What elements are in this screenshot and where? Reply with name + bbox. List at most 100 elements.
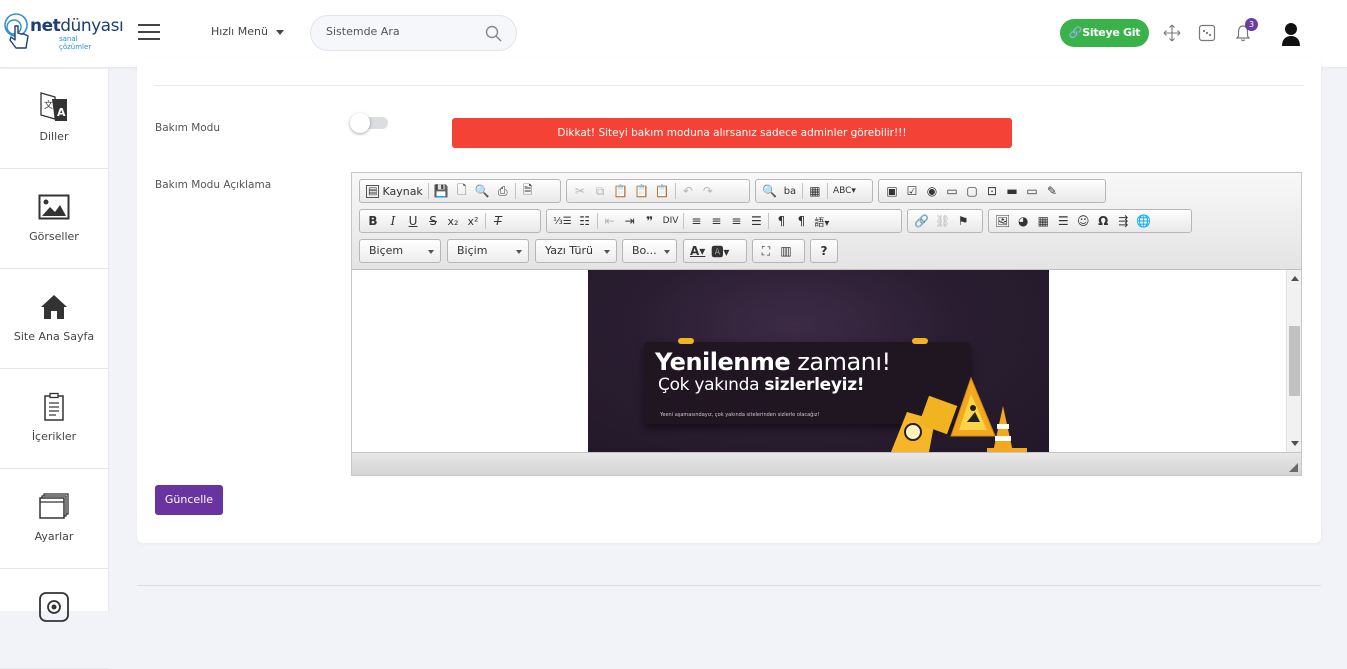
chevron-down-icon [428,250,434,254]
rtl-icon[interactable]: ¶ [791,211,811,231]
copy-icon[interactable]: ⧉ [590,181,610,201]
subscript-icon[interactable]: x₂ [443,211,463,231]
user-avatar-icon[interactable] [1279,21,1303,47]
anchor-flag-icon[interactable]: ⚑ [953,211,973,231]
superscript-icon[interactable]: x² [463,211,483,231]
sidebar-item-label: Diller [39,130,69,143]
maintenance-banner-image: Yenilenme zamanı! Çok yakında sizlerleyi… [588,270,1049,452]
sidebar-item-label: Görseller [29,230,79,243]
horizontal-line-icon[interactable]: ☰ [1053,211,1073,231]
move-arrows-icon[interactable] [1162,23,1182,43]
help-button[interactable]: ? [814,241,834,261]
sidebar-item-media[interactable] [0,569,108,669]
sidebar-item-label: İçerikler [31,430,77,443]
update-button[interactable]: Güncelle [155,485,223,515]
editor-content[interactable]: Yenilenme zamanı! Çok yakında sizlerleyi… [352,270,1301,452]
menu-toggle-button[interactable] [138,24,160,42]
redo-icon[interactable]: ↷ [698,181,718,201]
font-combo[interactable]: Yazı Türü [535,239,617,263]
cut-icon[interactable]: ✂ [570,181,590,201]
search-input[interactable] [326,25,476,38]
new-page-icon[interactable]: 🗋 [452,181,472,201]
sidebar-item-languages[interactable]: 文 A Diller [0,69,108,169]
dice-icon[interactable] [1197,23,1217,43]
checkbox-icon[interactable]: ☑ [902,181,922,201]
align-center-icon[interactable]: ≡ [706,211,726,231]
align-left-icon[interactable]: ≡ [686,211,706,231]
svg-text:A: A [57,106,66,119]
banner-small-text: Yeeni aşamasındayız, çok yakında siteler… [660,412,820,418]
sidebar-item-images[interactable]: Görseller [0,169,108,269]
underline-icon[interactable]: U [403,211,423,231]
div-container-icon[interactable]: DIV [660,211,682,231]
bulleted-list-icon[interactable]: ☷ [575,211,595,231]
text-field-icon[interactable]: ▭ [942,181,962,201]
replace-icon[interactable]: ba [780,181,800,201]
format-combo[interactable]: Biçim [447,239,529,263]
find-icon[interactable]: 🔍 [759,181,780,201]
hidden-field-icon[interactable]: ✎ [1042,181,1062,201]
button-field-icon[interactable]: ▬ [1002,181,1022,201]
paste-word-icon[interactable]: 📋 [652,181,673,201]
link-icon[interactable]: 🔗 [911,211,932,231]
blockquote-icon[interactable]: ❞ [640,211,660,231]
language-icon[interactable]: 語▾ [811,211,832,231]
preview-icon[interactable]: 🔍 [472,181,493,201]
visit-site-button[interactable]: 🔗Siteye Git [1060,19,1149,47]
quick-menu-dropdown[interactable]: Hızlı Menü [211,25,284,38]
search-icon[interactable] [485,25,502,42]
sidebar-item-contents[interactable]: İçerikler [0,369,108,469]
page-break-icon[interactable]: ⇶ [1113,211,1133,231]
select-field-icon[interactable]: ⊡ [982,181,1002,201]
styles-combo[interactable]: Biçem [359,239,441,263]
undo-icon[interactable]: ↶ [678,181,698,201]
bold-icon[interactable]: B [363,211,383,231]
flash-icon[interactable]: ◕ [1013,211,1033,231]
quick-menu-label: Hızlı Menü [211,25,268,38]
textarea-icon[interactable]: ▢ [962,181,982,201]
paste-icon[interactable]: 📋 [610,181,631,201]
iframe-globe-icon[interactable]: 🌐 [1133,211,1154,231]
save-icon[interactable]: 💾 [431,181,452,201]
templates-icon[interactable]: 🗎 [518,181,538,201]
table-icon[interactable]: ▦ [1033,211,1053,231]
insert-image-icon[interactable]: 🖼 [992,211,1013,231]
outdent-icon[interactable]: ⇤ [600,211,620,231]
font-size-combo[interactable]: Bo... [622,239,677,263]
editor-scrollbar[interactable] [1286,270,1301,452]
scroll-up-icon[interactable] [1291,276,1299,281]
indent-icon[interactable]: ⇥ [620,211,640,231]
warning-alert: Dikkat! Siteyi bakım moduna alırsanız sa… [452,118,1012,148]
numbered-list-icon[interactable]: ⅓☰ [550,211,575,231]
scroll-down-icon[interactable] [1291,441,1299,446]
select-all-icon[interactable]: ▦ [805,181,825,201]
italic-icon[interactable]: I [383,211,403,231]
maintenance-mode-toggle[interactable] [350,113,388,133]
show-blocks-icon[interactable]: ▥ [776,241,796,261]
image-button-icon[interactable]: ▭ [1022,181,1042,201]
justify-icon[interactable]: ☰ [746,211,766,231]
logo[interactable]: netdünyası sanal çözümler [2,10,124,54]
align-right-icon[interactable]: ≡ [726,211,746,231]
resize-handle-icon[interactable] [1289,463,1298,472]
editor-statusbar [352,452,1301,475]
unlink-icon[interactable]: ⛓ [932,211,953,231]
scroll-thumb[interactable] [1289,326,1300,396]
sidebar: 文 A Diller Görseller Site Ana Sayfa İçer… [0,69,109,669]
background-color-icon[interactable]: 🅰▾ [708,241,732,261]
maximize-icon[interactable]: ⛶ [756,241,776,261]
print-icon[interactable]: ⎙ [493,181,513,201]
source-button[interactable]: ▤ Kaynak [363,181,426,201]
smiley-icon[interactable]: ☺ [1073,211,1093,231]
radio-icon[interactable]: ◉ [922,181,942,201]
form-icon[interactable]: ▣ [882,181,902,201]
text-color-icon[interactable]: A▾ [687,241,708,261]
paste-text-icon[interactable]: 📋 [631,181,652,201]
ltr-icon[interactable]: ¶ [771,211,791,231]
strikethrough-icon[interactable]: S [423,211,443,231]
remove-format-icon[interactable]: T̶ [488,211,508,231]
spellcheck-icon[interactable]: ABC▾ [830,181,859,201]
sidebar-item-settings[interactable]: Ayarlar [0,469,108,569]
special-char-icon[interactable]: Ω [1093,211,1113,231]
sidebar-item-home[interactable]: Site Ana Sayfa [0,269,108,369]
